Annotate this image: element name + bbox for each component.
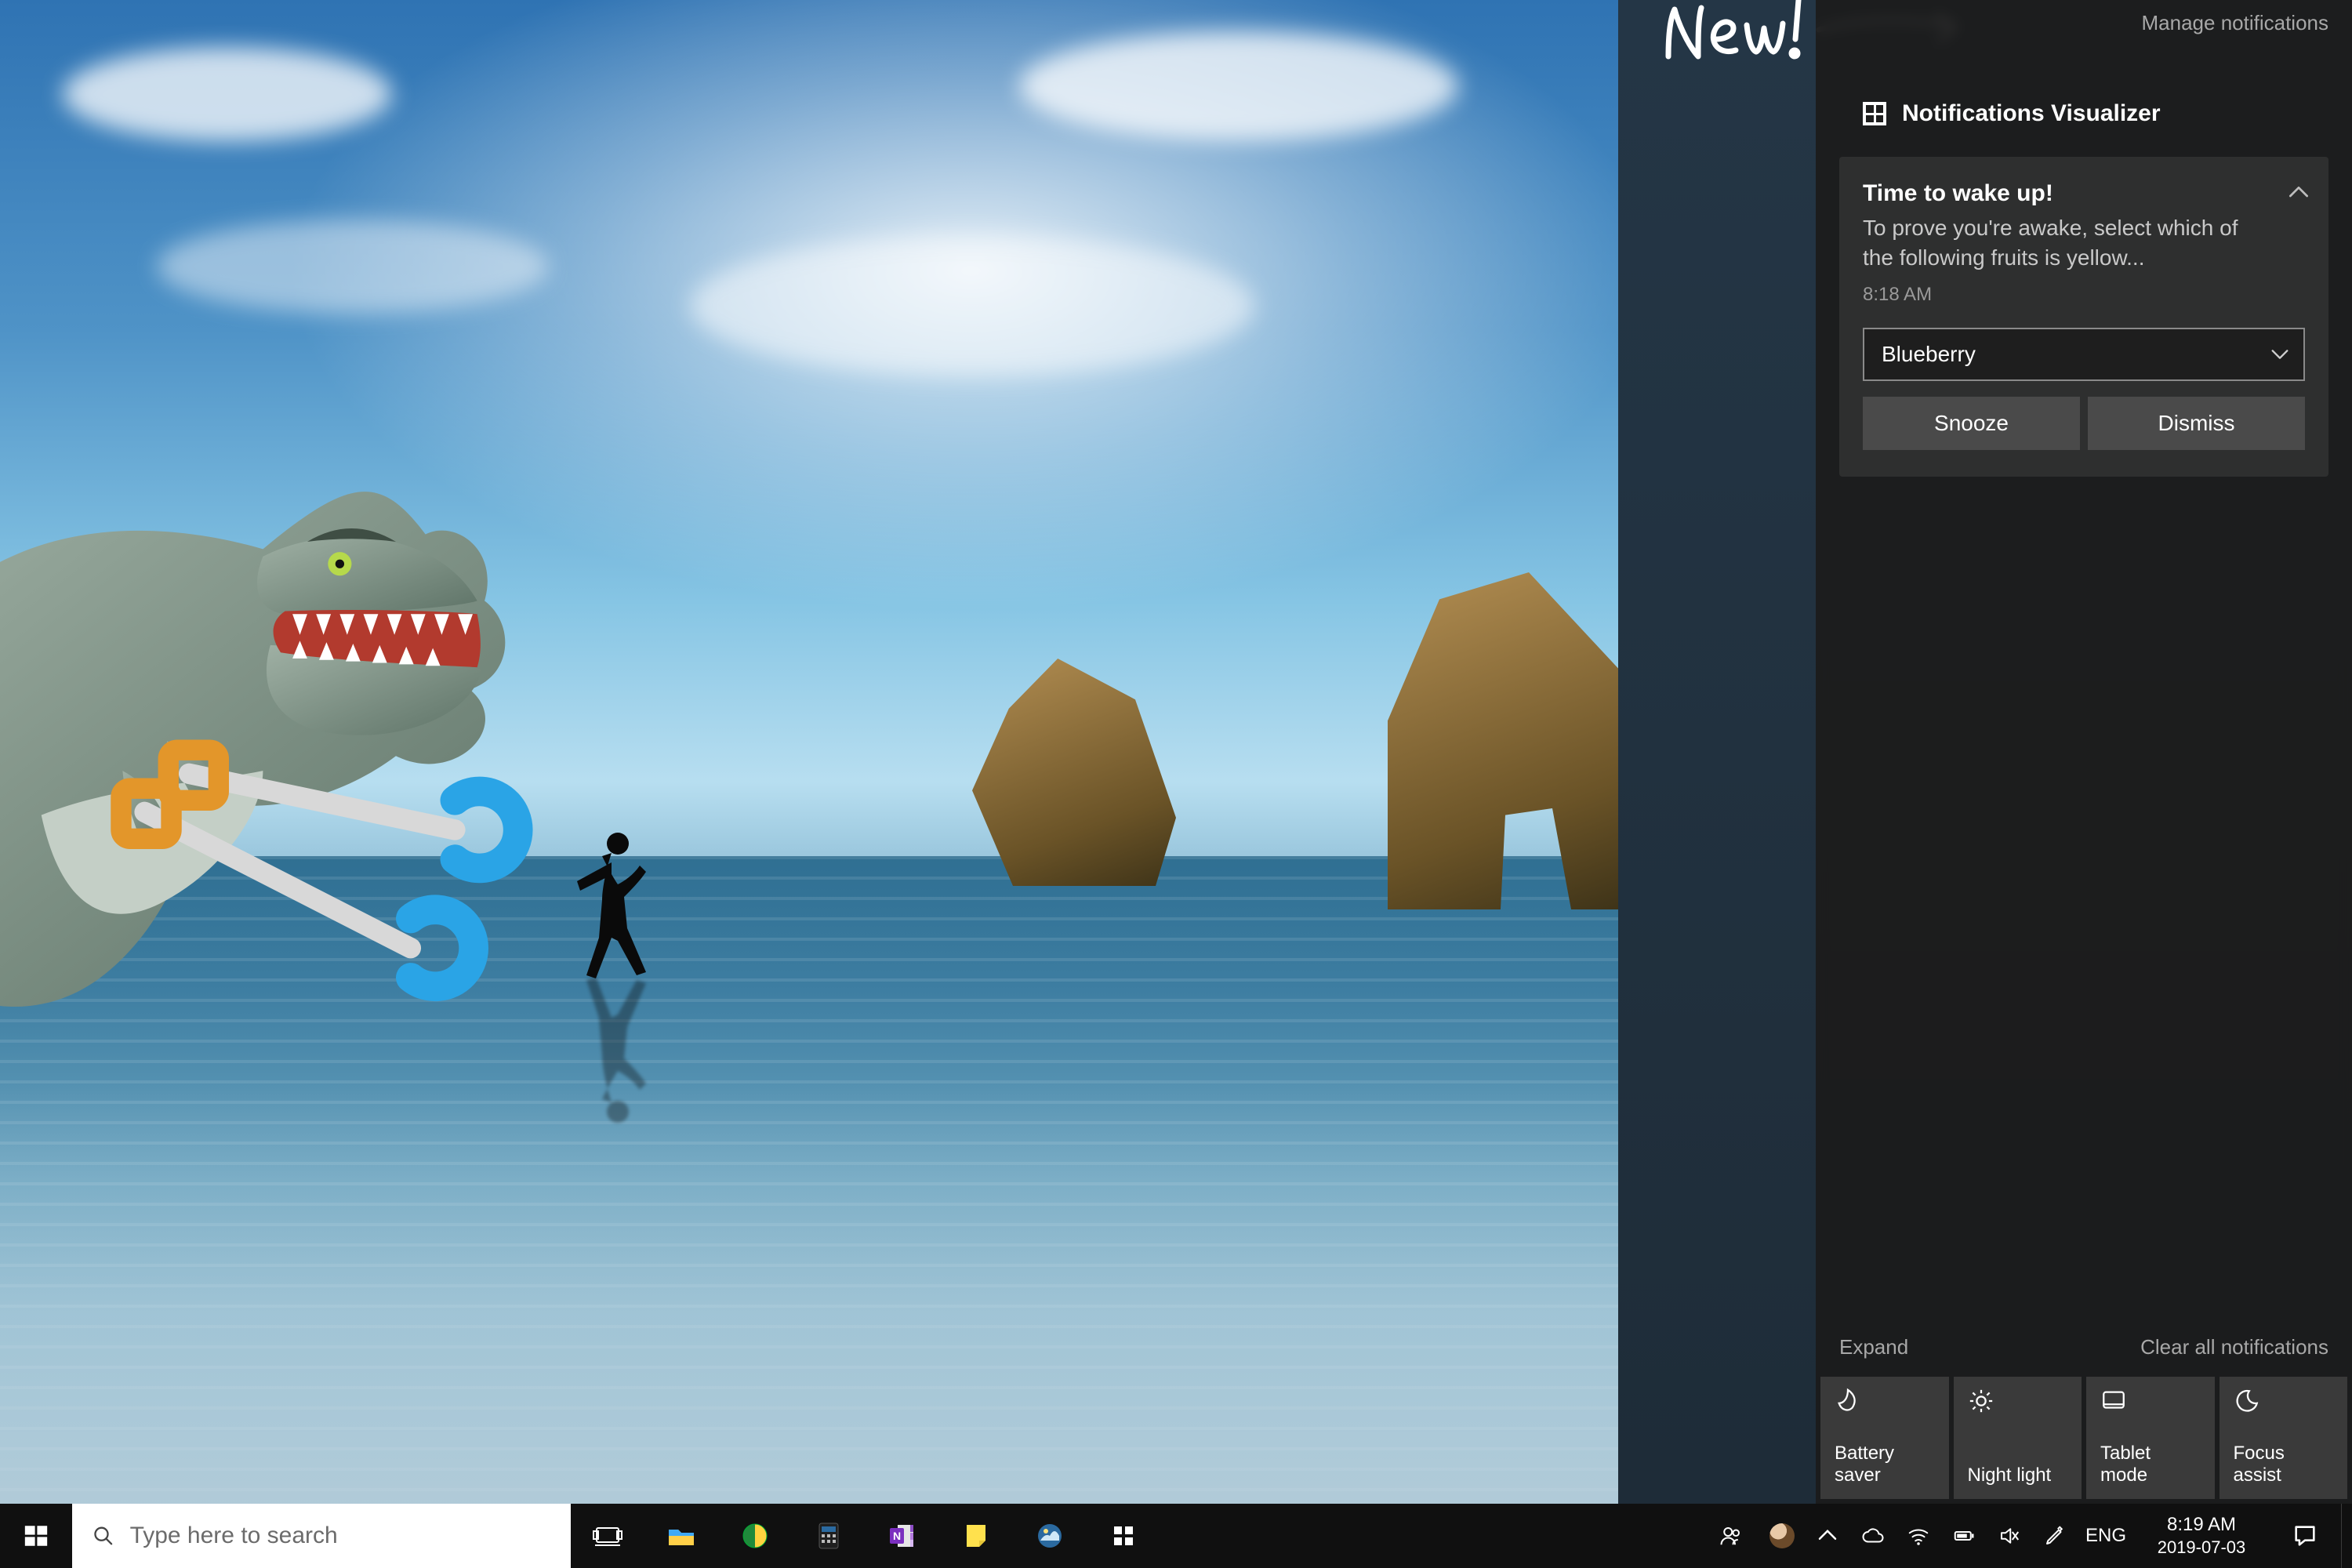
folder-icon — [666, 1520, 697, 1552]
cloud-icon — [1861, 1524, 1885, 1548]
wifi-tray-button[interactable] — [1896, 1504, 1941, 1568]
avatar-icon — [1769, 1523, 1795, 1548]
desktop-wallpaper[interactable] — [0, 0, 1618, 1504]
quick-action-night-light[interactable]: Night light — [1954, 1377, 2082, 1499]
quick-action-label: Focus assist — [2234, 1443, 2334, 1486]
notification-select[interactable]: Blueberry — [1863, 328, 2305, 381]
wifi-icon — [1907, 1524, 1930, 1548]
rock-decoration — [972, 659, 1176, 886]
quick-action-battery-saver[interactable]: Battery saver — [1820, 1377, 1949, 1499]
people-button[interactable] — [1703, 1504, 1759, 1568]
svg-text:N: N — [893, 1530, 901, 1542]
input-language-button[interactable]: ENG — [2078, 1504, 2134, 1568]
calculator-icon — [813, 1520, 844, 1552]
taskbar-search[interactable] — [72, 1504, 571, 1568]
input-language-label: ENG — [2085, 1525, 2126, 1547]
action-center-panel: Manage notifications Notifications Visua… — [1816, 0, 2352, 1504]
expand-quick-actions-link[interactable]: Expand — [1839, 1335, 1908, 1359]
pen-icon — [2043, 1524, 2067, 1548]
manage-notifications-link[interactable]: Manage notifications — [2142, 11, 2328, 34]
pinned-app-grid-button[interactable] — [1087, 1504, 1160, 1568]
people-icon — [1719, 1524, 1743, 1548]
onedrive-tray-button[interactable] — [1850, 1504, 1896, 1568]
quick-action-label: Battery saver — [1835, 1443, 1935, 1486]
leaf-icon — [1835, 1388, 1861, 1414]
action-center-button[interactable] — [2269, 1504, 2341, 1568]
tray-overflow-button[interactable] — [1805, 1504, 1850, 1568]
rock-decoration — [1388, 572, 1618, 909]
pinned-app-button[interactable] — [718, 1504, 792, 1568]
taskbar-clock[interactable]: 8:19 AM 2019-07-03 — [2134, 1504, 2269, 1568]
search-icon — [93, 1524, 114, 1548]
pen-tray-button[interactable] — [2032, 1504, 2078, 1568]
taskbar-time: 8:19 AM — [2167, 1513, 2236, 1537]
windows-logo-icon — [23, 1523, 49, 1549]
chevron-down-icon — [2269, 343, 2291, 365]
quick-actions-row: Battery saver Night light Tablet mode — [1816, 1377, 2352, 1504]
notification-title: Time to wake up! — [1863, 180, 2305, 207]
battery-tray-button[interactable] — [1941, 1504, 1987, 1568]
photos-icon — [1034, 1520, 1065, 1552]
app-tile-icon — [1863, 102, 1886, 125]
volume-mute-icon — [1998, 1524, 2021, 1548]
quick-action-tablet-mode[interactable]: Tablet mode — [2086, 1377, 2215, 1499]
search-input[interactable] — [130, 1523, 550, 1549]
sticky-note-icon — [960, 1520, 992, 1552]
file-explorer-button[interactable] — [644, 1504, 718, 1568]
clear-all-notifications-link[interactable]: Clear all notifications — [2140, 1335, 2328, 1359]
notification-body: To prove you're awake, select which of t… — [1863, 213, 2270, 273]
onenote-button[interactable]: N — [866, 1504, 939, 1568]
quick-action-label: Night light — [1968, 1465, 2068, 1486]
quick-action-focus-assist[interactable]: Focus assist — [2220, 1377, 2348, 1499]
action-center-icon — [2292, 1523, 2318, 1549]
taskbar-pinned-apps: N — [571, 1504, 1160, 1568]
cloud-decoration — [1019, 31, 1458, 141]
notification-app-header[interactable]: Notifications Visualizer — [1863, 100, 2161, 127]
onenote-icon: N — [887, 1520, 918, 1552]
show-desktop-button[interactable] — [2341, 1504, 2352, 1568]
sun-icon — [1968, 1388, 1994, 1414]
calculator-button[interactable] — [792, 1504, 866, 1568]
moon-icon — [2234, 1388, 2260, 1414]
taskbar-date: 2019-07-03 — [2158, 1537, 2246, 1559]
volume-tray-button[interactable] — [1987, 1504, 2032, 1568]
tablet-icon — [2100, 1388, 2127, 1414]
sticky-notes-button[interactable] — [939, 1504, 1013, 1568]
start-button[interactable] — [0, 1504, 72, 1568]
notification-app-title: Notifications Visualizer — [1902, 100, 2161, 127]
quick-action-label: Tablet mode — [2100, 1443, 2201, 1486]
beach-decoration — [0, 1082, 1618, 1504]
task-view-icon — [592, 1520, 623, 1552]
dismiss-button[interactable]: Dismiss — [2088, 397, 2305, 450]
meet-now-button[interactable] — [1759, 1504, 1805, 1568]
snooze-button[interactable]: Snooze — [1863, 397, 2080, 450]
cloud-decoration — [690, 235, 1254, 376]
dinosaur-decoration — [0, 298, 612, 1066]
grid-app-icon — [1108, 1520, 1139, 1552]
app-globe-icon — [739, 1520, 771, 1552]
system-tray: ENG 8:19 AM 2019-07-03 — [1703, 1504, 2352, 1568]
task-view-button[interactable] — [571, 1504, 644, 1568]
notification-select-value: Blueberry — [1882, 342, 1976, 367]
battery-icon — [1952, 1524, 1976, 1548]
taskbar: N — [0, 1504, 2352, 1568]
collapse-notification-button[interactable] — [2286, 180, 2311, 205]
notification-time: 8:18 AM — [1863, 284, 2305, 306]
photos-button[interactable] — [1013, 1504, 1087, 1568]
cloud-decoration — [63, 47, 392, 141]
chevron-up-icon — [1816, 1524, 1839, 1548]
notification-card: Time to wake up! To prove you're awake, … — [1839, 157, 2328, 477]
